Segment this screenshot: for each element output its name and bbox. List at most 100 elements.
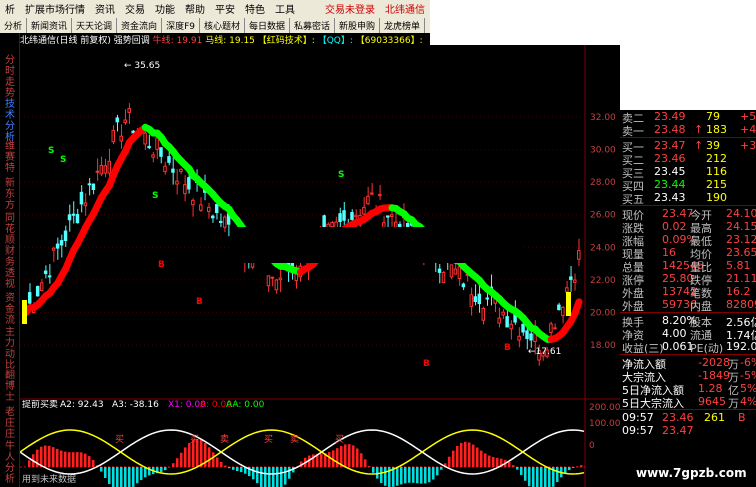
histogram-bar bbox=[136, 467, 139, 484]
flow-value: -2028 bbox=[698, 356, 730, 369]
candle-body bbox=[95, 170, 100, 173]
tab-f9[interactable]: 深度F9 bbox=[162, 17, 200, 33]
candle-body bbox=[449, 264, 454, 278]
indicator-chart[interactable]: 提前买卖 A2: 92.43 A3: -38.16 X1: 0.00 A: 0.00 AA… bbox=[19, 398, 621, 487]
histogram-bar bbox=[580, 465, 583, 467]
histogram-bar bbox=[480, 450, 483, 467]
sidebar-item-technical[interactable]: 技术分析 bbox=[3, 99, 17, 143]
flow-percent: -5% bbox=[740, 369, 756, 382]
candle-body bbox=[453, 268, 458, 275]
stat-value: 23.47 bbox=[662, 207, 694, 220]
tab-news[interactable]: 新闻资讯 bbox=[27, 17, 73, 33]
menu-item-trade[interactable]: 交易 bbox=[120, 1, 150, 16]
sidebar-item-main-ratio[interactable]: 主力动比 bbox=[3, 327, 17, 371]
histogram-bar bbox=[496, 457, 499, 467]
menu-item-special[interactable]: 特色 bbox=[240, 1, 270, 16]
histogram-bar bbox=[404, 467, 407, 484]
candle-body bbox=[210, 215, 215, 219]
niuxian-label: 牛线: bbox=[152, 36, 174, 45]
trade-login-status[interactable]: 交易未登录 bbox=[320, 1, 380, 16]
sidebar-item-weisaite[interactable]: 维赛特 bbox=[3, 141, 17, 174]
sell-signal-label: S bbox=[152, 191, 158, 201]
sidebar-item-tonghuashun[interactable]: 同花顺 bbox=[3, 213, 17, 246]
price-tick-label: 18.00 bbox=[590, 341, 616, 351]
histogram-bar bbox=[556, 467, 559, 483]
sidebar-item-intraday[interactable]: 分时走势 bbox=[3, 55, 17, 99]
finance-row: 收益(三) 0.061 PE(动) 192.0 bbox=[622, 340, 756, 355]
menu-item-pingan[interactable]: 平安 bbox=[210, 1, 240, 16]
tab-dragon-tiger[interactable]: 龙虎榜单 bbox=[380, 17, 426, 33]
histogram-bar bbox=[208, 447, 211, 467]
order-price: 23.45 bbox=[654, 165, 686, 178]
histogram-bar bbox=[364, 459, 367, 467]
histogram-bar bbox=[176, 458, 179, 467]
sidebar-item-laozhuang[interactable]: 老庄庄 bbox=[3, 407, 17, 440]
order-book-row: 买五 23.43 190 bbox=[622, 191, 756, 206]
price-tick-label: 32.00 bbox=[590, 113, 616, 123]
indicator-name: 强势回调 bbox=[113, 36, 150, 45]
tab-core-topic[interactable]: 核心题材 bbox=[200, 17, 245, 33]
tab-daily-talk[interactable]: 天天论调 bbox=[72, 17, 118, 33]
tab-daily-data[interactable]: 每日数据 bbox=[245, 17, 290, 33]
tab-fund-flow[interactable]: 资金流向 bbox=[117, 17, 163, 33]
price-tick-label: 28.00 bbox=[590, 178, 616, 188]
sidebar-item-xindongfang[interactable]: 新东方 bbox=[3, 178, 17, 211]
candle-body bbox=[147, 145, 151, 149]
histogram-bar bbox=[432, 467, 435, 480]
histogram-bar bbox=[424, 467, 427, 484]
candle-body bbox=[167, 156, 171, 163]
menu-item-analysis[interactable]: 析 bbox=[0, 1, 20, 16]
flow-percent: -6% bbox=[740, 356, 756, 369]
sidebar-item-niuren[interactable]: 牛人分析 bbox=[3, 441, 17, 485]
candle-body bbox=[99, 164, 104, 175]
histogram-bar bbox=[172, 463, 175, 467]
buy-signal-label: B bbox=[423, 359, 430, 369]
histogram-bar bbox=[568, 467, 571, 471]
histogram-bar bbox=[528, 467, 531, 487]
histogram-bar bbox=[368, 466, 371, 467]
histogram-bar bbox=[112, 467, 115, 487]
order-change: +4 bbox=[740, 123, 756, 136]
menu-item-tools[interactable]: 工具 bbox=[270, 1, 300, 16]
histogram-bar bbox=[400, 467, 403, 485]
candle-body bbox=[362, 206, 366, 215]
histogram-bar bbox=[88, 456, 91, 467]
candle-body bbox=[481, 307, 486, 321]
sub-a2-value: A2: 92.43 bbox=[60, 400, 104, 410]
candle-body bbox=[43, 270, 48, 274]
menu-item-help[interactable]: 帮助 bbox=[180, 1, 210, 16]
tab-analysis[interactable]: 分析 bbox=[0, 17, 28, 33]
tick-row: 09:57 23.47 bbox=[622, 424, 756, 437]
order-volume: 190 bbox=[706, 191, 727, 204]
candle-body bbox=[529, 333, 533, 341]
sub-a3-value: A3: -38.16 bbox=[112, 400, 159, 410]
price-chart[interactable]: 32.00 30.00 28.00 26.00 24.00 22.00 20.00 18.00… bbox=[20, 45, 620, 400]
tick-price: 23.47 bbox=[662, 424, 694, 437]
stat-value: 23.12 bbox=[726, 233, 756, 246]
sidebar-item-dr-fan[interactable]: 翻博士 bbox=[3, 370, 17, 403]
buy-signal-label: B bbox=[158, 260, 165, 270]
tab-ipo[interactable]: 新股申购 bbox=[335, 17, 381, 33]
sell-signal-label: S bbox=[48, 146, 54, 156]
candle-body bbox=[461, 283, 466, 288]
histogram-bar bbox=[548, 467, 551, 487]
sell-signal-label: S bbox=[338, 170, 344, 180]
stat-value: 16 bbox=[662, 246, 676, 259]
trend-band bbox=[571, 298, 583, 317]
menu-item-info[interactable]: 资讯 bbox=[90, 1, 120, 16]
menu-item-extended[interactable]: 扩展市场行情 bbox=[20, 1, 90, 16]
candle-body bbox=[75, 214, 80, 224]
histogram-bar bbox=[372, 467, 375, 473]
finance-separator bbox=[620, 312, 756, 313]
histogram-bar bbox=[128, 467, 131, 487]
sidebar-item-finance[interactable]: 财务透视 bbox=[3, 246, 17, 290]
candle-body bbox=[79, 191, 84, 205]
histogram-bar bbox=[232, 467, 235, 470]
tab-private-fund[interactable]: 私募密话 bbox=[290, 17, 336, 33]
menu-item-function[interactable]: 功能 bbox=[150, 1, 180, 16]
stat-row: 涨停 25.80 跌停 21.11 bbox=[622, 272, 756, 287]
sidebar-item-fund-flow[interactable]: 资金流 bbox=[3, 293, 17, 326]
flow-percent: 4% bbox=[740, 395, 756, 408]
order-change: +5 bbox=[740, 110, 756, 123]
histogram-bar bbox=[40, 446, 43, 467]
